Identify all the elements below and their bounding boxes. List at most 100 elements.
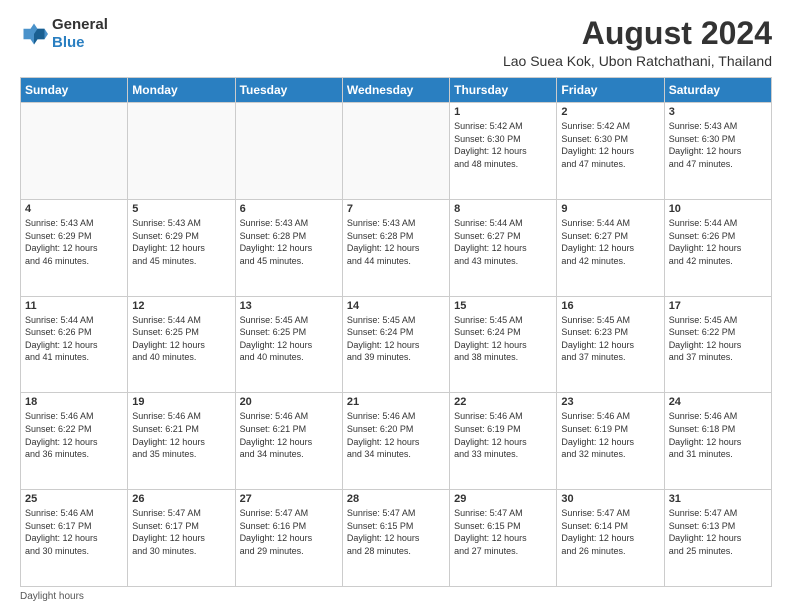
table-row: 8 Sunrise: 5:44 AM Sunset: 6:27 PM Daylig… — [450, 199, 557, 296]
day-number: 19 — [132, 396, 230, 408]
day-number: 5 — [132, 203, 230, 215]
day-info: Sunrise: 5:42 AM Sunset: 6:30 PM Dayligh… — [561, 120, 659, 170]
day-number: 12 — [132, 300, 230, 312]
location: Lao Suea Kok, Ubon Ratchathani, Thailand — [503, 53, 772, 69]
day-number: 11 — [25, 300, 123, 312]
table-row: 25 Sunrise: 5:46 AM Sunset: 6:17 PM Dayli… — [21, 490, 128, 587]
table-row: 4 Sunrise: 5:43 AM Sunset: 6:29 PM Daylig… — [21, 199, 128, 296]
day-number: 28 — [347, 493, 445, 505]
table-row: 1Sunrise: 5:42 AM Sunset: 6:30 PM Daylig… — [450, 103, 557, 200]
day-info: Sunrise: 5:47 AM Sunset: 6:15 PM Dayligh… — [347, 507, 445, 557]
day-info: Sunrise: 5:46 AM Sunset: 6:17 PM Dayligh… — [25, 507, 123, 557]
footer-note: Daylight hours — [20, 591, 772, 602]
day-info: Sunrise: 5:46 AM Sunset: 6:21 PM Dayligh… — [132, 410, 230, 460]
day-number: 20 — [240, 396, 338, 408]
day-info: Sunrise: 5:47 AM Sunset: 6:16 PM Dayligh… — [240, 507, 338, 557]
calendar-table: Sunday Monday Tuesday Wednesday Thursday… — [20, 77, 772, 587]
day-info: Sunrise: 5:43 AM Sunset: 6:30 PM Dayligh… — [669, 120, 767, 170]
table-row: 12 Sunrise: 5:44 AM Sunset: 6:25 PM Dayli… — [128, 296, 235, 393]
table-row: 28 Sunrise: 5:47 AM Sunset: 6:15 PM Dayli… — [342, 490, 449, 587]
table-row: 17 Sunrise: 5:45 AM Sunset: 6:22 PM Dayli… — [664, 296, 771, 393]
table-row: 26Sunrise: 5:47 AM Sunset: 6:17 PM Dayli… — [128, 490, 235, 587]
col-sunday: Sunday — [21, 78, 128, 103]
table-row: 18 Sunrise: 5:46 AM Sunset: 6:22 PM Dayli… — [21, 393, 128, 490]
day-number: 31 — [669, 493, 767, 505]
table-row: 3 Sunrise: 5:43 AM Sunset: 6:30 PM Daylig… — [664, 103, 771, 200]
day-info: Sunrise: 5:46 AM Sunset: 6:21 PM Dayligh… — [240, 410, 338, 460]
day-number: 13 — [240, 300, 338, 312]
table-row: 16Sunrise: 5:45 AM Sunset: 6:23 PM Dayli… — [557, 296, 664, 393]
col-saturday: Saturday — [664, 78, 771, 103]
day-number: 30 — [561, 493, 659, 505]
table-row: 2Sunrise: 5:42 AM Sunset: 6:30 PM Daylig… — [557, 103, 664, 200]
table-row: 20 Sunrise: 5:46 AM Sunset: 6:21 PM Dayli… — [235, 393, 342, 490]
day-info: Sunrise: 5:45 AM Sunset: 6:23 PM Dayligh… — [561, 314, 659, 364]
day-number: 27 — [240, 493, 338, 505]
day-info: Sunrise: 5:45 AM Sunset: 6:22 PM Dayligh… — [669, 314, 767, 364]
day-number: 17 — [669, 300, 767, 312]
table-row: 11 Sunrise: 5:44 AM Sunset: 6:26 PM Dayli… — [21, 296, 128, 393]
day-info: Sunrise: 5:44 AM Sunset: 6:27 PM Dayligh… — [454, 217, 552, 267]
table-row: 29Sunrise: 5:47 AM Sunset: 6:15 PM Dayli… — [450, 490, 557, 587]
day-number: 10 — [669, 203, 767, 215]
col-tuesday: Tuesday — [235, 78, 342, 103]
table-row: 6 Sunrise: 5:43 AM Sunset: 6:28 PM Daylig… — [235, 199, 342, 296]
logo-text: General Blue — [52, 16, 108, 52]
calendar-week-3: 11 Sunrise: 5:44 AM Sunset: 6:26 PM Dayli… — [21, 296, 772, 393]
table-row: 31Sunrise: 5:47 AM Sunset: 6:13 PM Dayli… — [664, 490, 771, 587]
page-header: General Blue August 2024 Lao Suea Kok, U… — [20, 16, 772, 69]
day-info: Sunrise: 5:46 AM Sunset: 6:20 PM Dayligh… — [347, 410, 445, 460]
day-info: Sunrise: 5:45 AM Sunset: 6:25 PM Dayligh… — [240, 314, 338, 364]
table-row — [342, 103, 449, 200]
col-thursday: Thursday — [450, 78, 557, 103]
day-number: 23 — [561, 396, 659, 408]
day-info: Sunrise: 5:43 AM Sunset: 6:29 PM Dayligh… — [25, 217, 123, 267]
day-number: 21 — [347, 396, 445, 408]
calendar-header-row: Sunday Monday Tuesday Wednesday Thursday… — [21, 78, 772, 103]
calendar-week-5: 25 Sunrise: 5:46 AM Sunset: 6:17 PM Dayli… — [21, 490, 772, 587]
day-info: Sunrise: 5:44 AM Sunset: 6:25 PM Dayligh… — [132, 314, 230, 364]
day-number: 14 — [347, 300, 445, 312]
day-info: Sunrise: 5:45 AM Sunset: 6:24 PM Dayligh… — [454, 314, 552, 364]
month-title: August 2024 — [503, 16, 772, 51]
table-row: 13 Sunrise: 5:45 AM Sunset: 6:25 PM Dayli… — [235, 296, 342, 393]
table-row: 23Sunrise: 5:46 AM Sunset: 6:19 PM Dayli… — [557, 393, 664, 490]
day-number: 1 — [454, 106, 552, 118]
day-info: Sunrise: 5:46 AM Sunset: 6:22 PM Dayligh… — [25, 410, 123, 460]
day-number: 15 — [454, 300, 552, 312]
day-info: Sunrise: 5:43 AM Sunset: 6:28 PM Dayligh… — [347, 217, 445, 267]
day-number: 8 — [454, 203, 552, 215]
day-info: Sunrise: 5:44 AM Sunset: 6:26 PM Dayligh… — [669, 217, 767, 267]
table-row: 21 Sunrise: 5:46 AM Sunset: 6:20 PM Dayli… — [342, 393, 449, 490]
table-row: 10 Sunrise: 5:44 AM Sunset: 6:26 PM Dayli… — [664, 199, 771, 296]
col-monday: Monday — [128, 78, 235, 103]
day-number: 3 — [669, 106, 767, 118]
day-info: Sunrise: 5:45 AM Sunset: 6:24 PM Dayligh… — [347, 314, 445, 364]
col-friday: Friday — [557, 78, 664, 103]
day-info: Sunrise: 5:43 AM Sunset: 6:29 PM Dayligh… — [132, 217, 230, 267]
table-row: 15 Sunrise: 5:45 AM Sunset: 6:24 PM Dayli… — [450, 296, 557, 393]
day-number: 4 — [25, 203, 123, 215]
table-row — [128, 103, 235, 200]
day-info: Sunrise: 5:43 AM Sunset: 6:28 PM Dayligh… — [240, 217, 338, 267]
title-block: August 2024 Lao Suea Kok, Ubon Ratchatha… — [503, 16, 772, 69]
day-info: Sunrise: 5:44 AM Sunset: 6:26 PM Dayligh… — [25, 314, 123, 364]
day-info: Sunrise: 5:47 AM Sunset: 6:15 PM Dayligh… — [454, 507, 552, 557]
calendar-week-2: 4 Sunrise: 5:43 AM Sunset: 6:29 PM Daylig… — [21, 199, 772, 296]
day-info: Sunrise: 5:47 AM Sunset: 6:17 PM Dayligh… — [132, 507, 230, 557]
table-row: 22Sunrise: 5:46 AM Sunset: 6:19 PM Dayli… — [450, 393, 557, 490]
day-number: 25 — [25, 493, 123, 505]
day-number: 24 — [669, 396, 767, 408]
day-info: Sunrise: 5:46 AM Sunset: 6:18 PM Dayligh… — [669, 410, 767, 460]
table-row: 9Sunrise: 5:44 AM Sunset: 6:27 PM Daylig… — [557, 199, 664, 296]
day-number: 18 — [25, 396, 123, 408]
table-row: 19 Sunrise: 5:46 AM Sunset: 6:21 PM Dayli… — [128, 393, 235, 490]
table-row: 5 Sunrise: 5:43 AM Sunset: 6:29 PM Daylig… — [128, 199, 235, 296]
day-number: 6 — [240, 203, 338, 215]
table-row — [235, 103, 342, 200]
day-number: 22 — [454, 396, 552, 408]
day-number: 9 — [561, 203, 659, 215]
table-row: 24 Sunrise: 5:46 AM Sunset: 6:18 PM Dayli… — [664, 393, 771, 490]
col-wednesday: Wednesday — [342, 78, 449, 103]
calendar-page: General Blue August 2024 Lao Suea Kok, U… — [0, 0, 792, 612]
